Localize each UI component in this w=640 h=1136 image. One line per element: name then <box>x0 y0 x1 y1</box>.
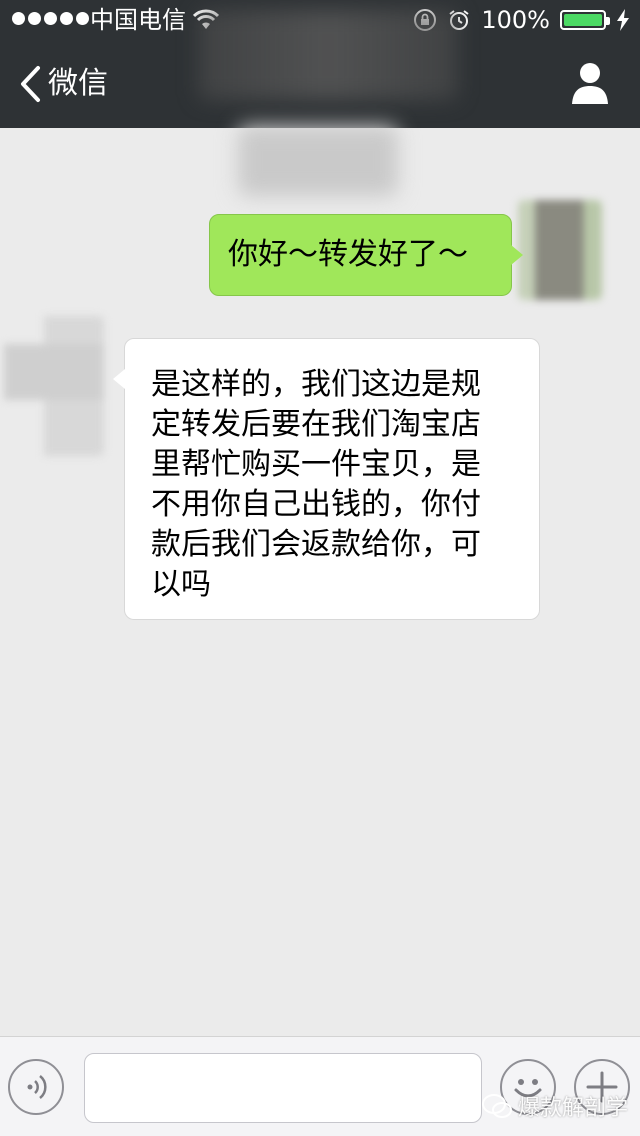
signal-strength-icon <box>12 12 89 25</box>
chat-title-redacted <box>198 10 458 100</box>
back-label: 微信 <box>48 66 108 101</box>
back-button[interactable]: 微信 <box>18 64 108 104</box>
message-line: 不用你自己出钱的，你付 <box>151 487 481 522</box>
message-bubble-received[interactable]: 是这样的，我们这边是规 定转发后要在我们淘宝店 里帮忙购买一件宝贝，是 不用你自… <box>113 338 540 620</box>
battery-icon <box>560 10 610 30</box>
charging-icon <box>617 9 629 31</box>
message-bubble-sent[interactable]: 你好～转发好了～ <box>209 214 523 296</box>
voice-icon <box>27 1075 47 1099</box>
message-line: 里帮忙购买一件宝贝，是 <box>151 447 481 482</box>
message-line: 是这样的，我们这边是规 <box>151 367 481 402</box>
contact-avatar[interactable] <box>4 316 104 456</box>
watermark-text: 爆款解剖学 <box>518 1096 629 1121</box>
chat-area: 你好～转发好了～ 是这样的，我们这边是规 定转发后要在我们淘宝店 里帮忙购买一件… <box>0 128 640 1036</box>
person-icon[interactable] <box>570 60 610 106</box>
top-bar: 中国电信 100% 微信 <box>0 0 640 128</box>
message-line: 以吗 <box>151 567 211 602</box>
message-input[interactable] <box>84 1053 482 1123</box>
message-text: 你好～转发好了～ <box>228 237 468 272</box>
voice-button[interactable] <box>8 1059 64 1115</box>
message-line: 款后我们会返款给你，可 <box>151 527 481 562</box>
wechat-logo-icon <box>482 1094 512 1118</box>
chevron-left-icon <box>21 66 40 102</box>
message-line: 定转发后要在我们淘宝店 <box>151 407 481 442</box>
my-avatar[interactable] <box>518 200 602 300</box>
watermark: 爆款解剖学 <box>482 1088 632 1124</box>
battery-percent: 100% <box>481 6 550 34</box>
carrier-name: 中国电信 <box>90 6 186 34</box>
